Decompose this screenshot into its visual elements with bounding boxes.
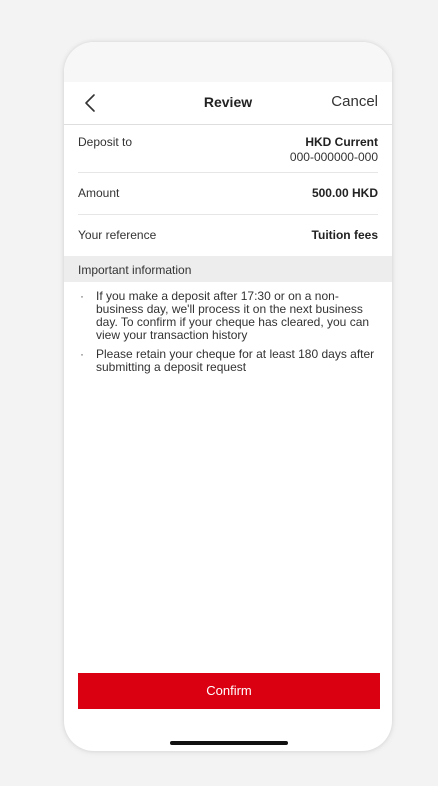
bullet-icon: · [80,289,84,303]
navigation-bar: Review Cancel [64,82,392,125]
list-item: · Please retain your cheque for at least… [78,348,378,374]
detail-label: Your reference [78,228,157,242]
list-item-text: If you make a deposit after 17:30 or on … [96,289,370,342]
amount-value: 500.00 HKD [311,186,378,200]
list-item: · If you make a deposit after 17:30 or o… [78,290,378,342]
list-item-text: Please retain your cheque for at least 1… [96,347,375,374]
account-name: HKD Current [305,135,378,149]
detail-value: HKD Current 000-000000-000 [290,135,378,165]
status-bar [64,42,392,82]
section-title: Important information [78,263,192,277]
detail-row-amount: Amount 500.00 HKD [78,173,378,215]
confirm-button[interactable]: Confirm [78,673,380,709]
account-number: 000-000000-000 [289,150,378,164]
bullet-icon: · [80,347,84,361]
detail-row-deposit-to: Deposit to HKD Current 000-000000-000 [78,125,378,173]
detail-label: Amount [78,186,120,200]
detail-value: 500.00 HKD [312,186,378,201]
deposit-details: Deposit to HKD Current 000-000000-000 Am… [64,125,392,255]
detail-label: Deposit to [78,135,133,149]
home-indicator [170,741,288,745]
detail-value: Tuition fees [312,228,378,243]
important-info-list: · If you make a deposit after 17:30 or o… [78,290,378,380]
phone-screen: Review Cancel Deposit to HKD Current 000… [64,42,392,751]
detail-row-reference: Your reference Tuition fees [78,215,378,255]
important-info-header: Important information [64,256,392,282]
reference-value: Tuition fees [311,228,378,242]
cancel-button[interactable]: Cancel [331,93,378,110]
